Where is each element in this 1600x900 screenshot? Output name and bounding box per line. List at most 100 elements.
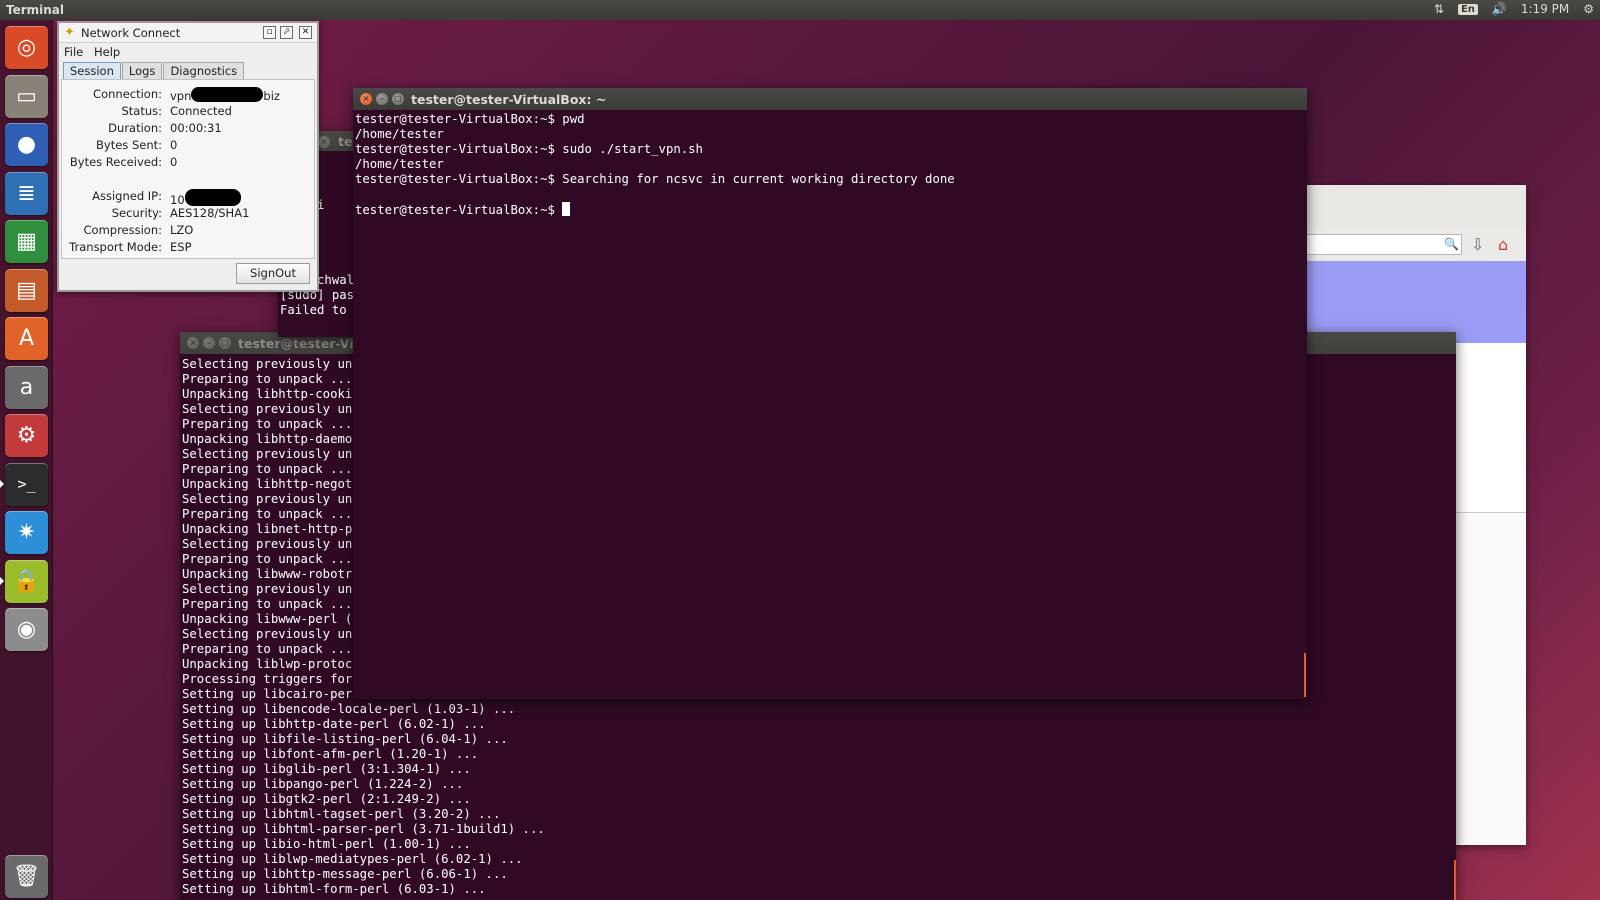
search-icon[interactable]: 🔍 xyxy=(1444,237,1459,251)
main-terminal-window[interactable]: × – □ tester@tester-VirtualBox: ~ tester… xyxy=(353,88,1307,699)
field-compression: Compression: LZO xyxy=(62,223,312,239)
launcher-libreoffice-writer-icon[interactable]: ≣ xyxy=(5,171,48,215)
nc-tabs: Session Logs Diagnostics xyxy=(63,62,245,79)
terminal-line: Setting up libhttp-date-perl (6.02-1) ..… xyxy=(182,717,486,731)
launcher-network-app-icon[interactable]: ✷ xyxy=(5,511,48,554)
terminal-line: Setting up libglib-perl (3:1.304-1) ... xyxy=(182,762,471,776)
field-status: Status: Connected xyxy=(62,104,312,120)
network-connect-window[interactable]: ✦ Network Connect ▫ ⬀ ✕ File Help Sessio… xyxy=(57,21,319,292)
launcher-trash-icon[interactable]: 🗑 xyxy=(5,855,48,898)
network-indicator-icon[interactable]: ⇅ xyxy=(1434,2,1444,16)
terminal-line: Setting up libhtml-form-perl (6.03-1) ..… xyxy=(182,882,486,896)
terminal-line: /home/tester xyxy=(355,127,444,141)
field-label: Assigned IP: xyxy=(92,189,162,203)
launcher-vpn-lock-icon[interactable]: 🔒 xyxy=(5,559,48,603)
connection-prefix: vpn xyxy=(170,89,192,103)
launcher-libreoffice-calc-icon[interactable]: ▦ xyxy=(5,220,48,263)
field-bytes-sent: Bytes Sent: 0 xyxy=(62,138,312,154)
terminal-line: Setting up libhtml-parser-perl (3.71-1bu… xyxy=(182,822,545,836)
nc-menubar: File Help xyxy=(59,43,317,60)
running-indicator xyxy=(0,576,4,585)
keyboard-layout-indicator[interactable]: En xyxy=(1457,3,1478,15)
nc-title: Network Connect xyxy=(81,26,181,40)
maximize-icon[interactable]: ⬀ xyxy=(280,26,293,39)
field-value: 0 xyxy=(170,155,178,169)
lower-terminal-scroll-indicator[interactable] xyxy=(1454,860,1456,900)
maximize-icon[interactable]: □ xyxy=(219,337,231,349)
signout-button[interactable]: SignOut xyxy=(236,263,310,284)
running-indicator xyxy=(0,479,4,488)
active-app-title: Terminal xyxy=(6,3,65,17)
menu-file[interactable]: File xyxy=(64,45,83,59)
launcher-ubuntu-software-icon[interactable]: A xyxy=(5,317,48,360)
terminal-line: tester@tester-VirtualBox:~$ pwd xyxy=(355,112,585,126)
browser-titlebar[interactable] xyxy=(1280,185,1526,229)
main-terminal-titlebar[interactable]: × – □ tester@tester-VirtualBox: ~ xyxy=(353,88,1307,110)
launcher-system-settings-icon[interactable]: ⚙ xyxy=(5,414,48,457)
close-icon[interactable]: × xyxy=(360,93,372,105)
terminal-line: /home/tester xyxy=(355,157,444,171)
tab-diagnostics[interactable]: Diagnostics xyxy=(163,62,245,79)
field-label: Status: xyxy=(121,104,162,118)
redaction-mark xyxy=(184,189,241,206)
tab-session[interactable]: Session xyxy=(63,62,121,79)
launcher-libreoffice-impress-icon[interactable]: ▤ xyxy=(5,268,48,312)
download-icon[interactable]: ⇩ xyxy=(1471,235,1484,254)
field-bytes-received: Bytes Received: 0 xyxy=(62,155,312,171)
field-label: Bytes Received: xyxy=(69,155,162,169)
home-icon[interactable]: ⌂ xyxy=(1498,235,1508,254)
field-label: Transport Mode: xyxy=(69,240,162,254)
launcher-files-icon[interactable]: ▭ xyxy=(5,74,48,118)
terminal-line: tester@tester-VirtualBox:~$ sudo ./start… xyxy=(355,142,703,156)
field-assigned-ip: Assigned IP: 10 xyxy=(62,189,312,207)
launcher-amazon-icon[interactable]: a xyxy=(5,365,48,409)
ip-prefix: 10 xyxy=(170,193,185,207)
maximize-icon[interactable]: □ xyxy=(392,93,404,105)
session-gear-icon[interactable]: ⚙ xyxy=(1583,2,1594,16)
close-icon[interactable]: ✕ xyxy=(299,26,312,39)
minimize-icon[interactable]: – xyxy=(376,93,388,105)
session-panel: Connection: vpn biz Status: Connected Dur… xyxy=(61,79,315,259)
field-value: 00:00:31 xyxy=(170,121,222,135)
minimize-icon[interactable]: – xyxy=(203,337,215,349)
terminal-line: Setting up libfont-afm-perl (1.20-1) ... xyxy=(182,747,479,761)
field-duration: Duration: 00:00:31 xyxy=(62,121,312,137)
field-value: 10 xyxy=(170,189,241,207)
field-label: Compression: xyxy=(83,223,163,237)
indicator-area: ⇅ En 🔊 1:19 PM ⚙ xyxy=(1434,2,1594,16)
browser-search-field[interactable]: e 🔍 xyxy=(1280,234,1462,255)
terminal-line: Setting up libencode-locale-perl (1.03-1… xyxy=(182,702,516,716)
field-label: Connection: xyxy=(93,87,162,101)
terminal-cursor xyxy=(562,202,571,216)
close-icon[interactable]: × xyxy=(187,337,199,349)
close-icon[interactable]: × xyxy=(318,136,330,148)
launcher-terminal-icon[interactable]: >_ xyxy=(5,462,48,506)
network-connect-icon: ✦ xyxy=(64,25,75,40)
terminal-line: Setting up libfile-listing-perl (6.04-1)… xyxy=(182,732,508,746)
menu-help[interactable]: Help xyxy=(94,45,120,59)
browser-page-banner xyxy=(1280,261,1526,343)
tab-logs[interactable]: Logs xyxy=(121,62,163,79)
field-transport-mode: Transport Mode: ESP xyxy=(62,240,312,256)
terminal-line: Setting up libgtk2-perl (2:1.249-2) ... xyxy=(182,792,471,806)
minimize-icon[interactable]: ▫ xyxy=(263,26,276,39)
launcher-firefox-icon[interactable]: ● xyxy=(5,123,48,166)
volume-icon[interactable]: 🔊 xyxy=(1492,2,1507,16)
field-value: AES128/SHA1 xyxy=(170,206,250,220)
launcher-dash-home-icon[interactable]: ◎ xyxy=(5,26,48,69)
terminal-line: tester@tester-VirtualBox:~$ xyxy=(355,202,1305,217)
field-label: Duration: xyxy=(108,121,162,135)
launcher-dvd-icon[interactable]: ◉ xyxy=(5,608,48,651)
connection-suffix: biz xyxy=(263,89,280,103)
field-value: Connected xyxy=(170,104,232,118)
clock[interactable]: 1:19 PM xyxy=(1521,2,1569,16)
field-value: LZO xyxy=(170,223,194,237)
field-value: 0 xyxy=(170,138,178,152)
main-terminal-output[interactable]: tester@tester-VirtualBox:~$ pwd/home/tes… xyxy=(353,110,1307,217)
terminal-line: tester@tester-VirtualBox:~$ Searching fo… xyxy=(355,172,955,186)
nc-titlebar[interactable]: ✦ Network Connect ▫ ⬀ ✕ xyxy=(59,23,317,43)
field-value: vpn biz xyxy=(170,87,280,103)
middle-terminal-title: te xyxy=(338,134,353,149)
main-terminal-scroll-indicator[interactable] xyxy=(1304,653,1306,697)
